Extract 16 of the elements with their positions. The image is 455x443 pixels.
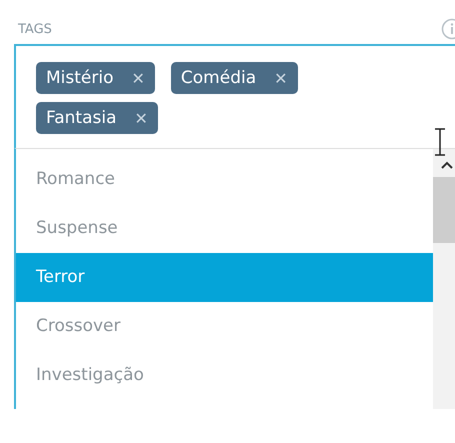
chevron-up-icon[interactable]	[441, 161, 453, 169]
remove-tag-button[interactable]: ✕	[134, 108, 148, 128]
dropdown-option[interactable]: Suspense	[16, 204, 433, 253]
tag-label: Fantasia	[46, 108, 116, 128]
scrollbar[interactable]	[433, 149, 455, 409]
scrollbar-thumb[interactable]	[433, 177, 455, 243]
remove-tag-button[interactable]: ✕	[274, 68, 288, 88]
text-cursor-icon	[434, 128, 446, 156]
remove-tag-button[interactable]: ✕	[132, 68, 145, 88]
tag-label: Mistério	[46, 68, 114, 88]
dropdown-option[interactable]: Investigação	[16, 351, 433, 400]
dropdown-option[interactable]: Crossover	[16, 302, 433, 351]
field-label: TAGS	[18, 22, 52, 36]
dropdown-option[interactable]: Terror	[16, 253, 433, 302]
tag-label: Comédia	[180, 68, 256, 88]
dropdown-option[interactable]: Romance	[16, 155, 433, 204]
